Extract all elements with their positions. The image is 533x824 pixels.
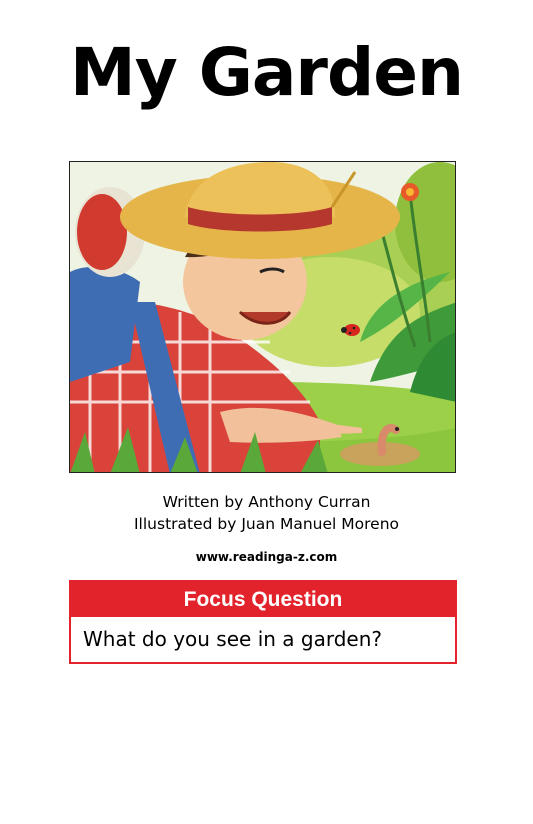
garden-illustration-svg bbox=[70, 162, 455, 472]
focus-question-header: Focus Question bbox=[71, 582, 455, 617]
focus-question-text: What do you see in a garden? bbox=[83, 627, 383, 651]
website-link[interactable]: www.readinga-z.com bbox=[0, 550, 533, 564]
cover-illustration bbox=[69, 161, 456, 473]
illustrator-credit: Illustrated by Juan Manuel Moreno bbox=[133, 515, 399, 533]
author-credit: Written by Anthony Curran bbox=[162, 493, 371, 511]
focus-question-box: Focus Question What do you see in a gard… bbox=[69, 580, 457, 664]
credits: Written by Anthony Curran Illustrated by… bbox=[0, 491, 533, 535]
book-title: My Garden bbox=[70, 34, 464, 111]
